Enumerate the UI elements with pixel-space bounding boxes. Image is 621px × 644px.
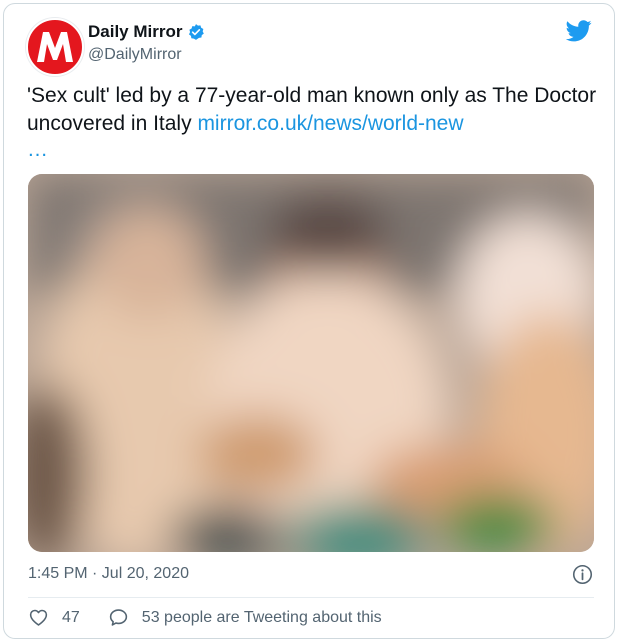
like-count: 47 xyxy=(62,608,80,626)
link-ellipsis[interactable]: … xyxy=(27,139,48,160)
heart-icon xyxy=(29,609,48,626)
tweet-media-image[interactable] xyxy=(28,174,594,552)
blurred-photo xyxy=(28,174,594,552)
mirror-logo-icon xyxy=(37,32,73,62)
conversation-link[interactable]: 53 people are Tweeting about this xyxy=(108,607,382,628)
divider xyxy=(28,597,594,598)
verified-badge-icon xyxy=(187,23,205,41)
info-icon[interactable] xyxy=(572,564,593,585)
conversation-text[interactable]: 53 people are Tweeting about this xyxy=(142,609,382,627)
author-name-row[interactable]: Daily Mirror xyxy=(88,22,205,42)
tweet-card[interactable]: Daily Mirror @DailyMirror 'Sex cult' led… xyxy=(3,3,615,639)
tweet-timestamp[interactable]: 1:45 PM · Jul 20, 2020 xyxy=(28,565,189,583)
tweet-actions: 47 53 people are Tweeting about this xyxy=(28,607,382,628)
tweet-text: 'Sex cult' led by a 77-year-old man know… xyxy=(27,82,597,138)
article-link[interactable]: mirror.co.uk/news/world-new xyxy=(197,112,463,135)
like-button[interactable]: 47 xyxy=(28,607,80,628)
author-avatar[interactable] xyxy=(26,18,84,76)
speech-bubble-icon xyxy=(109,609,127,626)
twitter-bird-icon[interactable] xyxy=(566,20,592,42)
author-display-name[interactable]: Daily Mirror xyxy=(88,22,182,42)
author-handle[interactable]: @DailyMirror xyxy=(88,46,182,64)
